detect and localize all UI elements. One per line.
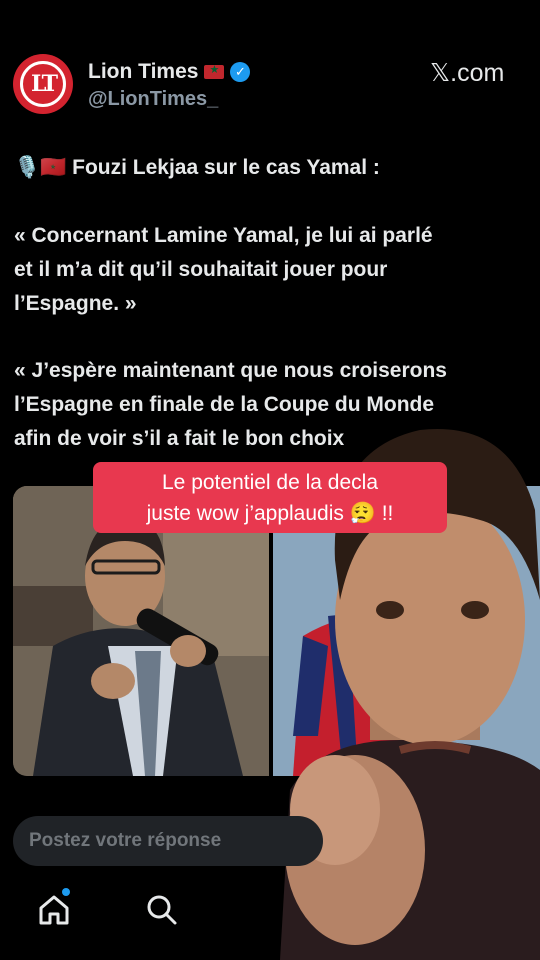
x-brand-logo: 𝕏.com — [430, 59, 505, 87]
video-caption-sticker: Le potentiel de la decla juste wow j’app… — [93, 462, 447, 533]
caption-line-2: juste wow j’applaudis 😮‍💨 !! — [146, 502, 394, 525]
account-avatar[interactable]: LT — [13, 54, 73, 114]
account-name-row[interactable]: Lion Times ✓ — [88, 60, 251, 84]
account-handle[interactable]: @LionTimes_ — [88, 88, 218, 111]
caption-line-1: Le potentiel de la decla — [162, 471, 378, 494]
lion-times-logo: LT — [20, 61, 66, 107]
verified-badge-icon: ✓ — [230, 62, 251, 82]
account-name[interactable]: Lion Times — [88, 60, 198, 84]
home-icon[interactable] — [37, 893, 71, 927]
reply-input[interactable]: Postez votre réponse — [13, 816, 323, 866]
tweet-line-1: 🎙️🇲🇦 Fouzi Lekjaa sur le cas Yamal : — [14, 156, 380, 179]
search-icon[interactable] — [145, 893, 179, 927]
tweet-quote-1: « Concernant Lamine Yamal, je lui ai par… — [14, 224, 433, 315]
morocco-flag-icon — [204, 63, 225, 79]
